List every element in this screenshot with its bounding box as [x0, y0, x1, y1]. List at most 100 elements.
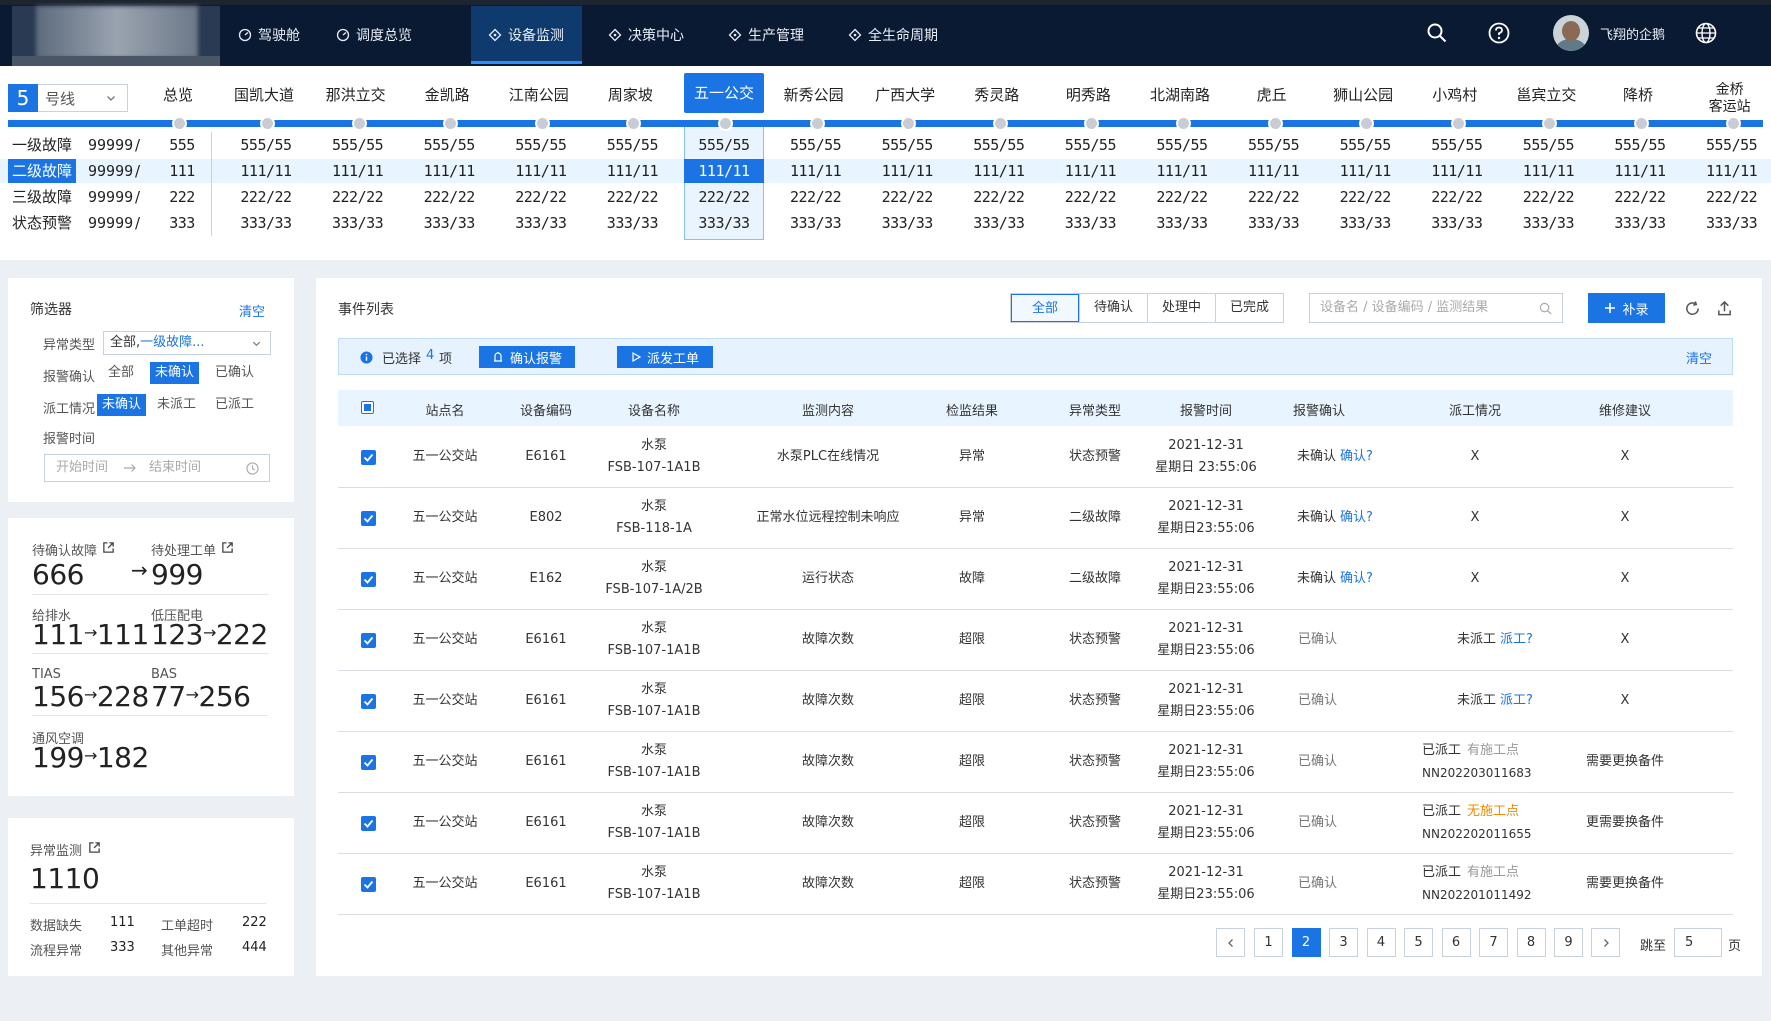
stats-cell[interactable]: 111/11 — [316, 159, 400, 183]
station-name[interactable]: 秀灵路 — [955, 86, 1039, 104]
stats-cell[interactable]: 111/11 — [590, 159, 674, 183]
station-dot[interactable] — [1634, 116, 1649, 131]
jump-page-input[interactable]: 5 — [1674, 928, 1722, 957]
stats-cell[interactable]: 333/33 — [1690, 211, 1771, 235]
alarm-option-unconfirmed[interactable]: 未确认 — [150, 362, 200, 384]
stats-cell[interactable]: 111/11 — [1415, 159, 1499, 183]
column-header[interactable]: 报警确认 — [1259, 400, 1379, 419]
stats-cell[interactable]: 333/33 — [865, 211, 949, 235]
stats-cell[interactable]: 555/55 — [774, 133, 858, 157]
stats-cell[interactable]: 555/55 — [407, 133, 491, 157]
stats-cell[interactable]: 555/55 — [1140, 133, 1224, 157]
station-name[interactable]: 广西大学 — [863, 86, 947, 104]
dispatch-option-undispatched[interactable]: 未派工 — [152, 394, 201, 416]
station-dot[interactable] — [172, 116, 187, 131]
station-name[interactable]: 小鸡村 — [1413, 86, 1497, 104]
nav-item-decision-center[interactable]: 决策中心 — [608, 6, 688, 64]
dispatch-option-unconfirmed[interactable]: 未确认 — [97, 394, 147, 416]
nav-item-lifecycle[interactable]: 全生命周期 — [848, 6, 948, 64]
confirm-link[interactable]: 确认? — [1340, 571, 1373, 586]
page-button[interactable]: 1 — [1254, 928, 1283, 957]
stats-cell[interactable]: 111/11 — [407, 159, 491, 183]
stats-cell[interactable]: 111/11 — [1232, 159, 1316, 183]
stats-cell[interactable]: 222/22 — [1598, 185, 1682, 209]
page-button[interactable]: 8 — [1516, 928, 1546, 957]
column-header[interactable]: 维修建议 — [1565, 400, 1685, 419]
stats-cell[interactable]: 222/22 — [1506, 185, 1590, 209]
alarm-option-all[interactable]: 全部 — [103, 362, 139, 384]
prev-page-button[interactable] — [1216, 928, 1245, 957]
refresh-icon[interactable] — [1684, 300, 1701, 317]
stats-cell[interactable]: 555/55 — [224, 133, 308, 157]
station-dot[interactable] — [260, 116, 275, 131]
column-header[interactable]: 监测内容 — [768, 400, 888, 419]
external-link-icon[interactable] — [88, 841, 101, 854]
stats-cell[interactable]: 333/33 — [499, 211, 583, 235]
upload-icon[interactable] — [1716, 300, 1733, 317]
nav-item-dispatch-overview[interactable]: 调度总览 — [336, 6, 432, 64]
stats-cell[interactable]: 222/22 — [1415, 185, 1499, 209]
next-page-button[interactable] — [1591, 928, 1620, 957]
confirm-link[interactable]: 确认? — [1340, 510, 1373, 525]
station-dot[interactable] — [534, 116, 550, 131]
stats-cell[interactable]: 555/55 — [1048, 133, 1132, 157]
station-dot[interactable] — [1725, 116, 1741, 131]
stats-cell[interactable]: 555/55 — [1690, 133, 1771, 157]
type-select[interactable]: 全部,一级故障... — [103, 331, 271, 355]
page-button[interactable]: 4 — [1366, 928, 1396, 957]
stats-cell[interactable]: 333/33 — [1598, 211, 1682, 235]
stats-cell[interactable]: 333/33 — [1323, 211, 1407, 235]
stats-cell[interactable]: 222/22 — [957, 185, 1041, 209]
station-dot[interactable] — [1450, 116, 1466, 131]
stats-cell[interactable]: 555/55 — [1415, 133, 1499, 157]
stats-cell[interactable]: 222/22 — [1690, 185, 1771, 209]
stats-cell[interactable]: 333/33 — [316, 211, 400, 235]
stats-cell[interactable]: 555/55 — [957, 133, 1041, 157]
page-button[interactable]: 5 — [1404, 928, 1433, 957]
station-name[interactable]: 周家坡 — [588, 86, 672, 104]
stats-cell[interactable]: 111/11 — [774, 159, 858, 183]
page-button[interactable]: 9 — [1554, 928, 1583, 957]
stats-cell[interactable]: 333/33 — [590, 211, 674, 235]
column-header[interactable]: 异常类型 — [1035, 400, 1155, 419]
stats-cell[interactable]: 555/55 — [1598, 133, 1682, 157]
stats-cell[interactable]: 555/55 — [316, 133, 400, 157]
station-name[interactable]: 金桥 客运站 — [1688, 82, 1771, 116]
stats-cell[interactable]: 555/55 — [1232, 133, 1316, 157]
line-selector[interactable]: 5 号线 — [8, 83, 128, 112]
stats-cell[interactable]: 555/55 — [499, 133, 583, 157]
dispatch-link[interactable]: 派工? — [1500, 693, 1533, 708]
station-name[interactable]: 国凯大道 — [222, 86, 306, 104]
work-order-link[interactable]: NN202201011492 — [1422, 885, 1532, 905]
stats-cell[interactable]: 222/22 — [1323, 185, 1407, 209]
stats-cell[interactable]: 555/55 — [1506, 133, 1590, 157]
page-button[interactable]: 3 — [1329, 928, 1358, 957]
tab-processing[interactable]: 处理中 — [1147, 294, 1215, 322]
stats-cell[interactable]: 111/11 — [1506, 159, 1590, 183]
stats-cell[interactable]: 111/11 — [1140, 159, 1224, 183]
stats-cell[interactable]: 222/22 — [407, 185, 491, 209]
station-dot[interactable] — [1176, 116, 1191, 131]
stats-cell[interactable]: 222/22 — [316, 185, 400, 209]
stats-cell[interactable]: 111/11 — [1048, 159, 1132, 183]
date-range-input[interactable]: 开始时间 结束时间 — [44, 454, 270, 482]
event-search-input[interactable]: 设备名 / 设备编码 / 监测结果 — [1309, 293, 1563, 323]
confirm-link[interactable]: 确认? — [1340, 449, 1373, 464]
column-header[interactable]: 检监结果 — [912, 400, 1032, 419]
dispatch-order-button[interactable]: 派发工单 — [617, 346, 713, 368]
filter-clear-link[interactable]: 清空 — [239, 301, 265, 320]
globe-icon[interactable] — [1695, 22, 1717, 44]
station-name[interactable]: 明秀路 — [1046, 86, 1130, 104]
station-name[interactable]: 狮山公园 — [1321, 86, 1405, 104]
column-header[interactable]: 报警时间 — [1146, 400, 1266, 419]
stats-cell[interactable]: 111/11 — [1323, 159, 1407, 183]
station-dot[interactable] — [718, 116, 733, 131]
station-dot[interactable] — [1267, 116, 1283, 131]
stats-cell[interactable]: 222/22 — [590, 185, 674, 209]
column-header[interactable]: 设备编码 — [486, 400, 606, 419]
confirm-alarm-button[interactable]: 确认报警 — [479, 346, 575, 368]
stats-cell[interactable]: 555/55 — [682, 133, 766, 157]
station-name[interactable]: 北湖南路 — [1138, 86, 1222, 104]
stats-cell[interactable]: 555/55 — [1323, 133, 1407, 157]
stats-cell[interactable]: 555/55 — [590, 133, 674, 157]
